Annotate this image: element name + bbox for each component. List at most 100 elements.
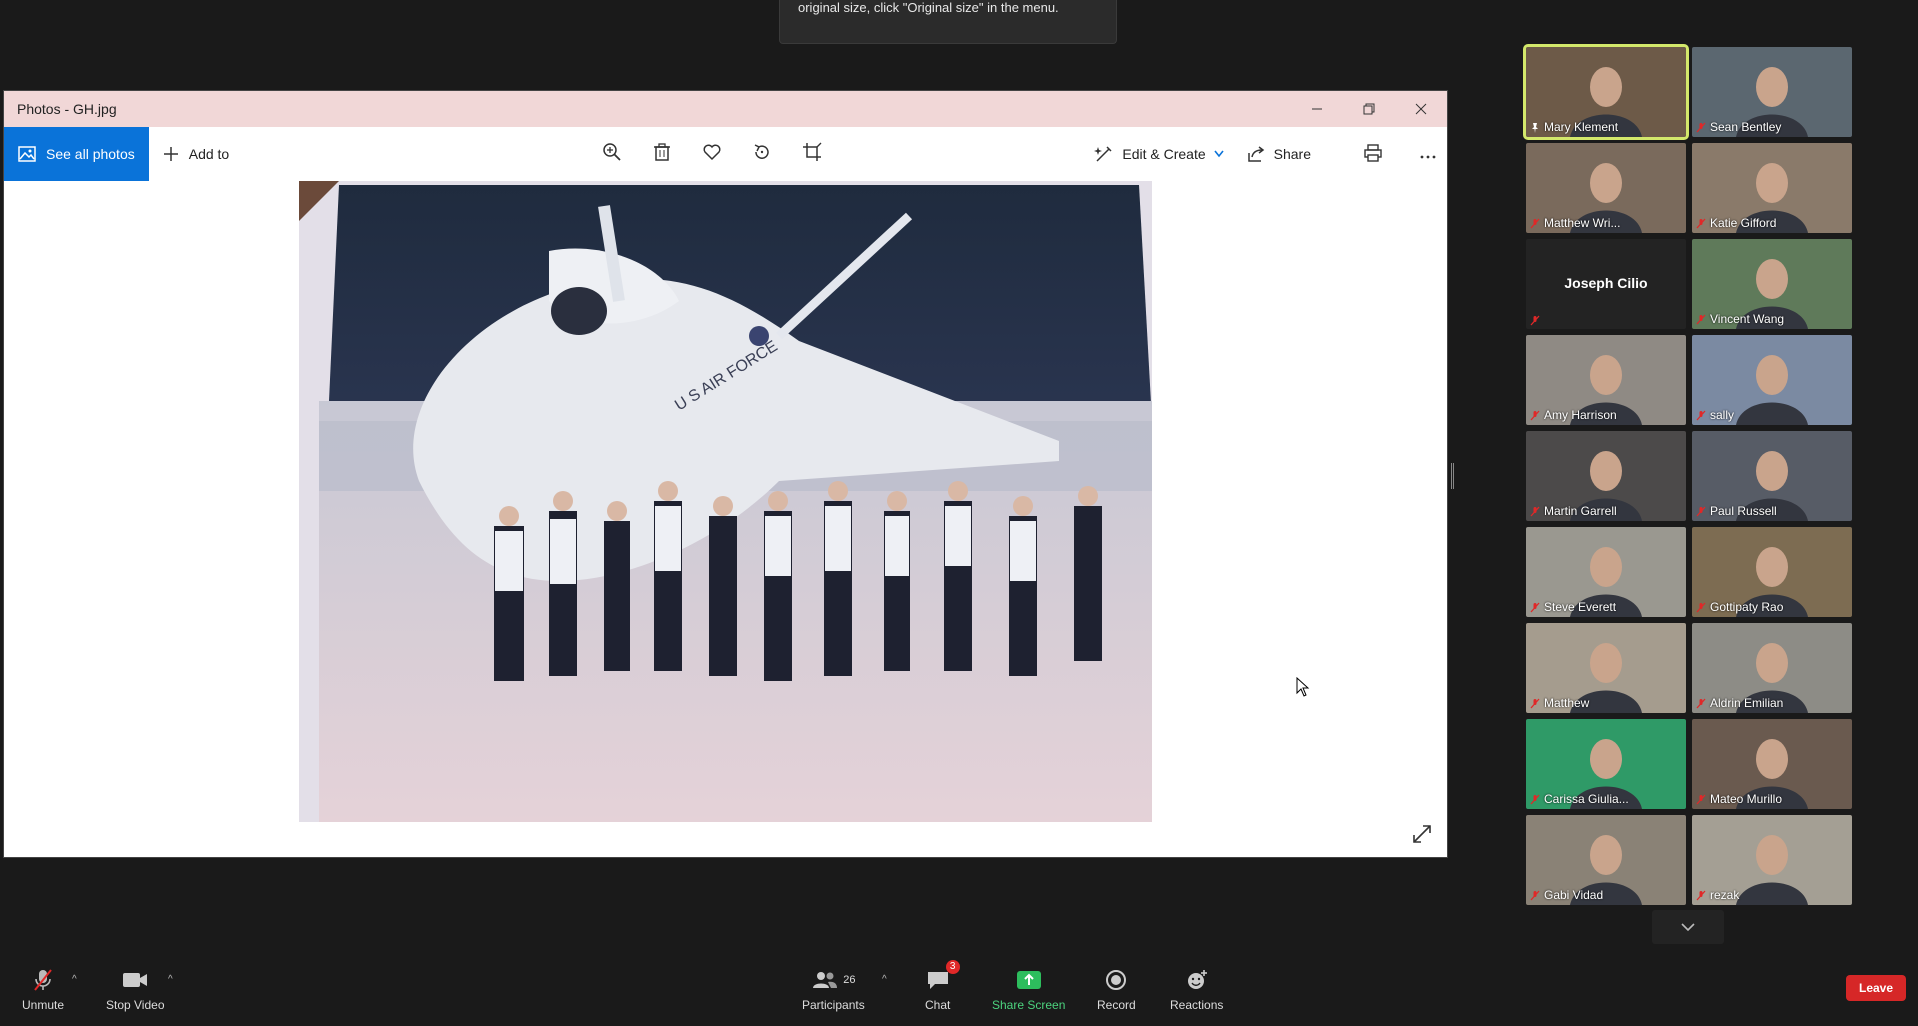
favorite-button[interactable] <box>702 142 722 167</box>
participant-name: Martin Garrell <box>1544 504 1617 518</box>
share-label: Share <box>1273 146 1311 162</box>
participant-name: Mary Klement <box>1544 120 1619 134</box>
participants-label: Participants <box>802 998 865 1012</box>
participant-tile[interactable]: Gabi Vidad <box>1526 815 1686 905</box>
zoom-button[interactable] <box>602 142 622 167</box>
leave-label: Leave <box>1858 981 1894 995</box>
participant-name: Amy Harrison <box>1544 408 1617 422</box>
participant-tile[interactable]: Steve Everett <box>1526 527 1686 617</box>
restore-icon <box>1363 103 1375 115</box>
participant-tile[interactable]: Carissa Giulia... <box>1526 719 1686 809</box>
participant-name-label: Matthew <box>1530 696 1589 710</box>
participant-name-label: sally <box>1696 408 1734 422</box>
participant-tile[interactable]: Amy Harrison <box>1526 335 1686 425</box>
delete-button[interactable] <box>652 142 672 167</box>
mouse-cursor <box>1296 677 1310 697</box>
chat-button[interactable]: 3 Chat <box>925 960 960 1012</box>
participant-name: Matthew <box>1544 696 1590 710</box>
crop-button[interactable] <box>802 142 822 167</box>
share-button[interactable]: Share <box>1246 144 1311 164</box>
reactions-button[interactable]: Reactions <box>1170 968 1223 1012</box>
participant-tile[interactable]: Matthew <box>1526 623 1686 713</box>
participant-tile[interactable]: Martin Garrell <box>1526 431 1686 521</box>
participant-name-label: Gottipaty Rao <box>1696 600 1783 614</box>
unmute-button[interactable]: Unmute <box>22 968 64 1012</box>
add-to-button[interactable]: Add to <box>149 146 229 162</box>
participant-tile[interactable]: Vincent Wang <box>1692 239 1852 329</box>
chat-label: Chat <box>925 998 951 1012</box>
minimize-button[interactable] <box>1291 91 1343 127</box>
participants-button[interactable]: 26 Participants <box>802 968 865 1012</box>
mic-muted-icon <box>1696 794 1706 804</box>
participant-name-label: Gabi Vidad <box>1530 888 1603 902</box>
displayed-photo[interactable]: U S AIR FORCE <box>299 181 1152 822</box>
participant-tile[interactable]: Paul Russell <box>1692 431 1852 521</box>
share-screen-label: Share Screen <box>992 998 1066 1012</box>
reactions-label: Reactions <box>1170 998 1224 1012</box>
participant-tile[interactable]: Mateo Murillo <box>1692 719 1852 809</box>
audio-options-caret[interactable]: ^ <box>72 974 77 985</box>
print-button[interactable] <box>1363 143 1383 166</box>
participant-tile[interactable]: Joseph Cilio <box>1526 239 1686 329</box>
participant-name-label: Mary Klement <box>1530 120 1618 134</box>
see-all-photos-button[interactable]: See all photos <box>4 127 149 181</box>
participants-options-caret[interactable]: ^ <box>882 974 887 985</box>
participant-tile[interactable]: sally <box>1692 335 1852 425</box>
window-title: Photos - GH.jpg <box>17 101 117 117</box>
participant-tile[interactable]: Sean Bentley <box>1692 47 1852 137</box>
gallery-resize-handle[interactable] <box>1451 463 1454 489</box>
participant-name: Gottipaty Rao <box>1710 600 1784 614</box>
mic-muted-icon <box>1530 315 1540 326</box>
mic-muted-icon <box>34 969 52 991</box>
stop-video-button[interactable]: Stop Video <box>106 968 165 1012</box>
close-button[interactable] <box>1395 91 1447 127</box>
photos-toolbar: See all photos Add to Edit & Create Shar… <box>4 127 1447 181</box>
participants-icon <box>813 972 838 988</box>
mic-muted-icon <box>1530 794 1540 804</box>
rotate-icon <box>754 143 769 159</box>
participant-name-label: Matthew Wri... <box>1530 216 1620 230</box>
drone-photo-image: U S AIR FORCE <box>299 181 1152 822</box>
participant-name-large: Joseph Cilio <box>1564 275 1648 291</box>
mic-muted-icon <box>1696 410 1706 420</box>
participant-tile[interactable]: Mary Klement <box>1523 44 1689 140</box>
more-options-button[interactable] <box>1419 144 1437 165</box>
chevron-down-icon <box>1214 150 1224 158</box>
restore-button[interactable] <box>1343 91 1395 127</box>
share-icon <box>1247 146 1264 162</box>
mic-muted-icon <box>1530 698 1540 708</box>
video-options-caret[interactable]: ^ <box>168 974 173 985</box>
toolbar-right: Edit & Create Share <box>1094 127 1437 181</box>
mic-muted-icon <box>1696 506 1706 516</box>
participant-name: Aldrin Emilian <box>1710 696 1784 710</box>
crop-icon <box>803 142 822 161</box>
stop-video-label: Stop Video <box>106 998 165 1012</box>
chevron-down-icon <box>1681 923 1695 932</box>
hint-text: original size, click "Original size" in … <box>798 0 1059 15</box>
leave-button[interactable]: Leave <box>1846 975 1906 1001</box>
trash-icon <box>654 142 670 161</box>
unmute-label: Unmute <box>22 998 65 1012</box>
participant-name-label: Sean Bentley <box>1696 120 1781 134</box>
rotate-button[interactable] <box>752 142 772 167</box>
participant-tile[interactable]: Katie Gifford <box>1692 143 1852 233</box>
participant-name-label: Amy Harrison <box>1530 408 1617 422</box>
more-icon <box>1420 155 1436 158</box>
participant-tile[interactable]: Matthew Wri... <box>1526 143 1686 233</box>
video-camera-icon <box>123 973 148 987</box>
participant-tile[interactable]: Gottipaty Rao <box>1692 527 1852 617</box>
close-icon <box>1415 103 1427 115</box>
mic-muted-icon <box>1530 890 1540 900</box>
participant-tile[interactable]: Aldrin Emilian <box>1692 623 1852 713</box>
participant-name: Mateo Murillo <box>1710 792 1783 806</box>
participant-name-label <box>1530 315 1540 326</box>
add-to-label: Add to <box>188 146 230 162</box>
edit-create-button[interactable]: Edit & Create <box>1094 144 1224 164</box>
share-screen-button[interactable]: Share Screen <box>992 968 1065 1012</box>
record-button[interactable]: Record <box>1097 968 1136 1012</box>
fullscreen-button[interactable] <box>1411 823 1433 845</box>
gallery-next-page-button[interactable] <box>1652 910 1724 944</box>
participant-tile[interactable]: rezak <box>1692 815 1852 905</box>
mic-muted-icon <box>1696 218 1706 228</box>
participant-name: rezak <box>1710 888 1740 902</box>
